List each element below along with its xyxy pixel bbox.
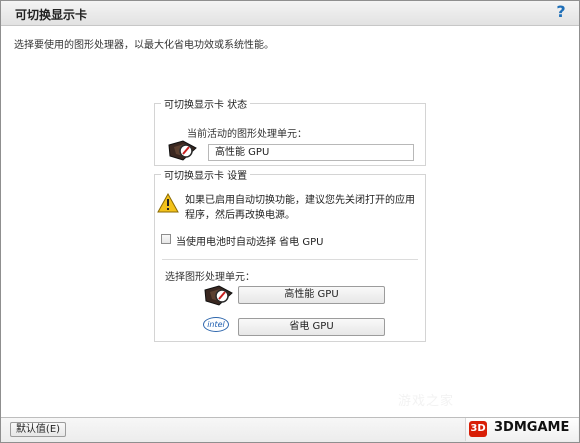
brand-badge: 3D 3DMGAME bbox=[465, 418, 578, 441]
high-performance-gpu-icon bbox=[204, 285, 233, 306]
brand-text: 3DMGAME bbox=[494, 420, 570, 435]
settings-group-title: 可切换显示卡 设置 bbox=[161, 167, 251, 182]
intel-icon: intel bbox=[203, 317, 229, 332]
current-gpu-label: 当前活动的图形处理单元： bbox=[187, 129, 307, 140]
warning-icon bbox=[157, 193, 179, 213]
gpu-select-label: 选择图形处理单元： bbox=[165, 272, 255, 283]
status-group-title: 可切换显示卡 状态 bbox=[161, 96, 251, 111]
status-group: 可切换显示卡 状态 当前活动的图形处理单元： 高性能 GPU bbox=[154, 96, 426, 166]
power-saving-gpu-button[interactable]: 省电 GPU bbox=[238, 318, 385, 336]
title-bar: 可切换显示卡 ? bbox=[1, 1, 579, 26]
bottom-action-bar: 默认值(E) 3D 3DMGAME bbox=[1, 417, 579, 442]
brand-logo-icon: 3D bbox=[469, 421, 487, 437]
high-performance-gpu-button[interactable]: 高性能 GPU bbox=[238, 286, 385, 304]
description-text: 选择要使用的图形处理器，以最大化省电功效或系统性能。 bbox=[14, 40, 274, 51]
default-values-button[interactable]: 默认值(E) bbox=[10, 422, 66, 437]
warning-text: 如果已启用自动切换功能，建议您先关闭打开的应用程序，然后再改换电源。 bbox=[185, 195, 415, 221]
gpu-chip-icon bbox=[168, 140, 197, 161]
current-gpu-field: 高性能 GPU bbox=[208, 144, 414, 161]
switchable-graphics-window: 可切换显示卡 ? 选择要使用的图形处理器，以最大化省电功效或系统性能。 可切换显… bbox=[0, 0, 580, 443]
help-icon[interactable]: ? bbox=[553, 3, 569, 21]
settings-group: 可切换显示卡 设置 如果已启用自动切换功能，建议您先关闭打开的应用程序，然后再改… bbox=[154, 167, 426, 342]
watermark-text: 游戏之家 bbox=[398, 394, 455, 409]
battery-auto-select-label: 当使用电池时自动选择 省电 GPU bbox=[176, 237, 324, 248]
window-title: 可切换显示卡 bbox=[15, 8, 88, 22]
settings-divider bbox=[162, 259, 418, 260]
battery-auto-select-checkbox[interactable] bbox=[161, 234, 171, 244]
